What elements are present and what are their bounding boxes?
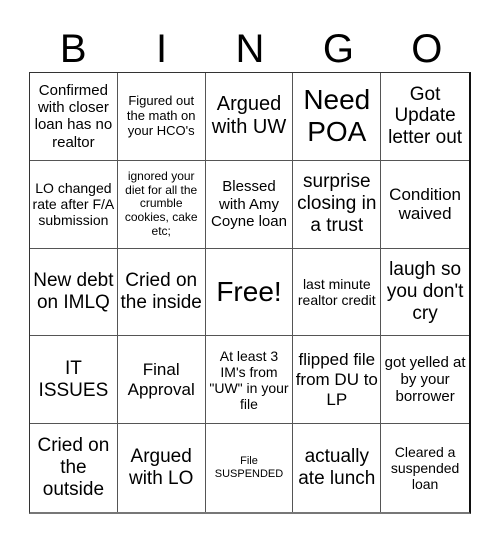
bingo-cell[interactable]: ignored your diet for all the crumble co… (117, 160, 206, 249)
header-letter-i: I (156, 27, 168, 71)
bingo-cell[interactable]: actually ate lunch (293, 424, 382, 512)
free-space[interactable]: Free! (205, 248, 294, 337)
bingo-cell[interactable]: got yelled at by your borrower (381, 336, 469, 425)
bingo-card: Confirmed with closer loan has no realto… (29, 72, 471, 514)
bingo-cell[interactable]: last minute realtor credit (293, 248, 382, 337)
bingo-cell[interactable]: File SUSPENDED (206, 424, 294, 512)
bingo-cell[interactable]: Final Approval (117, 336, 206, 425)
bingo-cell[interactable]: flipped file from DU to LP (293, 336, 382, 425)
bingo-cell[interactable]: Figured out the math on your HCO's (117, 73, 206, 161)
header-letter-g: G (322, 27, 354, 71)
bingo-cell[interactable]: surprise closing in a trust (293, 160, 382, 249)
bingo-cell[interactable]: laugh so you don't cry (381, 249, 469, 337)
header-letter-o: O (411, 27, 443, 71)
bingo-cell[interactable]: IT ISSUES (30, 336, 118, 425)
bingo-cell[interactable]: Got Update letter out (381, 73, 469, 161)
bingo-cell[interactable]: Condition waived (381, 161, 469, 249)
bingo-cell[interactable]: Argued with LO (118, 424, 206, 512)
bingo-cell[interactable]: Cleared a suspended loan (381, 424, 469, 512)
bingo-cell[interactable]: LO changed rate after F/A submission (30, 160, 118, 249)
bingo-cell[interactable]: At least 3 IM's from "UW" in your file (205, 336, 294, 425)
bingo-cell[interactable]: Confirmed with closer loan has no realto… (30, 73, 118, 161)
bingo-cell[interactable]: Cried on the outside (30, 424, 118, 512)
bingo-cell[interactable]: Need POA (293, 73, 382, 161)
bingo-cell[interactable]: New debt on IMLQ (30, 248, 118, 337)
bingo-header: B I N G O (29, 26, 471, 72)
bingo-cell[interactable]: Cried on the inside (117, 248, 206, 337)
header-letter-b: B (59, 27, 87, 71)
header-letter-n: N (235, 27, 265, 71)
bingo-cell[interactable]: Blessed with Amy Coyne loan (205, 160, 294, 249)
bingo-cell[interactable]: Argued with UW (205, 73, 294, 161)
